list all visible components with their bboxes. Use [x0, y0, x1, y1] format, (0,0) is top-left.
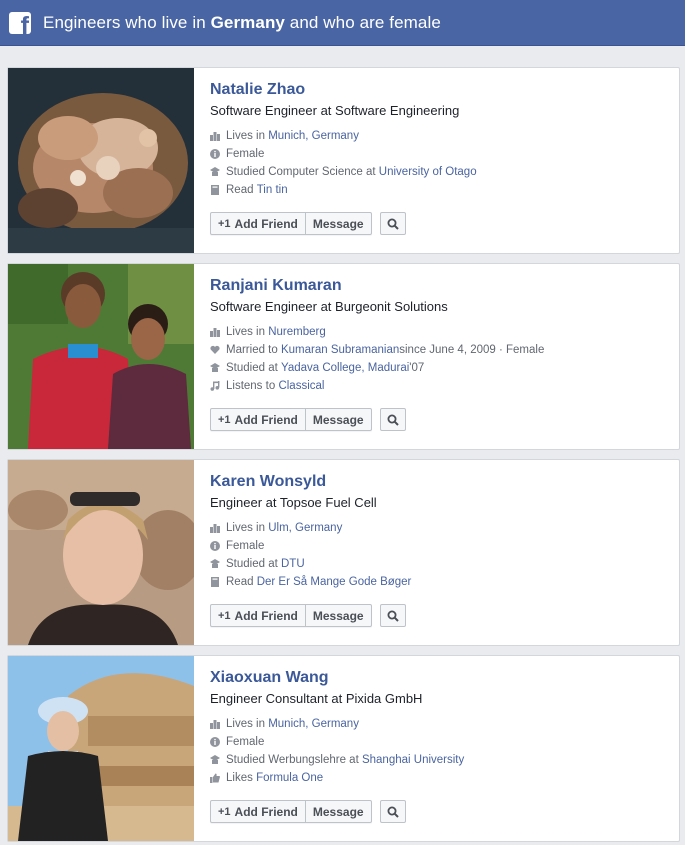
- detail-gender: Female: [210, 733, 670, 751]
- info-icon: [210, 737, 220, 747]
- detail-link[interactable]: Kumaran Subramanian: [281, 341, 399, 359]
- search-icon[interactable]: [379, 800, 406, 823]
- add-friend-icon: +1: [218, 217, 231, 230]
- city-icon: [210, 327, 220, 337]
- query-prefix: Engineers who live in: [43, 12, 211, 32]
- message-button[interactable]: Message: [304, 213, 371, 234]
- query-suffix: and who are female: [284, 12, 441, 32]
- info-icon: [210, 149, 220, 159]
- person-job-title: Software Engineer at Burgeonit Solutions: [210, 299, 448, 314]
- city-icon: [210, 523, 220, 533]
- city-icon: [210, 719, 220, 729]
- person-name-link[interactable]: Xiaoxuan Wang: [210, 667, 670, 689]
- button-group: +1 Add Friend Message: [210, 212, 372, 235]
- detail-residence: Lives in Munich, Germany: [210, 715, 670, 733]
- button-group: +1 Add Friend Message: [210, 408, 372, 431]
- person-card: Ranjani Kumaran Software Engineer at Bur…: [7, 263, 680, 450]
- detail-residence: Lives in Munich, Germany: [210, 127, 670, 145]
- profile-photo[interactable]: [8, 460, 194, 645]
- person-name-link[interactable]: Natalie Zhao: [210, 79, 670, 101]
- search-icon[interactable]: [379, 212, 406, 235]
- detail-gender: Female: [210, 145, 670, 163]
- detail-likes: Likes Formula One: [210, 769, 670, 787]
- person-card: Natalie Zhao Software Engineer at Softwa…: [7, 67, 680, 254]
- education-icon: [210, 167, 220, 177]
- person-job-title: Engineer at Topsoe Fuel Cell: [210, 495, 377, 510]
- person-job-title: Engineer Consultant at Pixida GmbH: [210, 691, 423, 706]
- detail-link[interactable]: Munich, Germany: [268, 715, 359, 733]
- detail-education: Studied at Yadava College, Madurai '07: [210, 359, 670, 377]
- heart-icon: [210, 345, 220, 355]
- search-icon[interactable]: [379, 408, 406, 431]
- detail-link[interactable]: Ulm, Germany: [268, 519, 342, 537]
- add-friend-icon: +1: [218, 805, 231, 818]
- person-job-title: Software Engineer at Software Engineerin…: [210, 103, 460, 118]
- detail-link[interactable]: Nuremberg: [268, 323, 326, 341]
- book-icon: [210, 577, 220, 587]
- detail-relationship: Married to Kumaran Subramanian since Jun…: [210, 341, 670, 359]
- person-card: Karen Wonsyld Engineer at Topsoe Fuel Ce…: [7, 459, 680, 646]
- education-icon: [210, 559, 220, 569]
- detail-education: Studied Werbungslehre at Shanghai Univer…: [210, 751, 670, 769]
- add-friend-button[interactable]: +1 Add Friend: [211, 409, 305, 430]
- person-name-link[interactable]: Karen Wonsyld: [210, 471, 670, 493]
- detail-residence: Lives in Ulm, Germany: [210, 519, 670, 537]
- person-name-link[interactable]: Ranjani Kumaran: [210, 275, 670, 297]
- detail-link[interactable]: Der Er Så Mange Gode Bøger: [257, 573, 412, 591]
- profile-photo[interactable]: [8, 264, 194, 449]
- search-header: f Engineers who live in Germany and who …: [0, 0, 685, 46]
- add-friend-button[interactable]: +1 Add Friend: [211, 605, 305, 626]
- message-button[interactable]: Message: [304, 801, 371, 822]
- search-icon[interactable]: [379, 604, 406, 627]
- card-actions: +1 Add Friend Message: [210, 212, 406, 235]
- button-group: +1 Add Friend Message: [210, 604, 372, 627]
- music-icon: [210, 381, 220, 391]
- detail-link[interactable]: DTU: [281, 555, 305, 573]
- add-friend-icon: +1: [218, 413, 231, 426]
- education-icon: [210, 363, 220, 373]
- query-highlight: Germany: [210, 12, 285, 32]
- detail-link[interactable]: Munich, Germany: [268, 127, 359, 145]
- detail-link[interactable]: University of Otago: [379, 163, 477, 181]
- detail-link[interactable]: Tin tin: [257, 181, 288, 199]
- detail-link[interactable]: Shanghai University: [362, 751, 464, 769]
- message-button[interactable]: Message: [304, 409, 371, 430]
- book-icon: [210, 185, 220, 195]
- person-card: Xiaoxuan Wang Engineer Consultant at Pix…: [7, 655, 680, 842]
- detail-reading: Read Der Er Så Mange Gode Bøger: [210, 573, 670, 591]
- detail-reading: Read Tin tin: [210, 181, 670, 199]
- detail-education: Studied Computer Science at University o…: [210, 163, 670, 181]
- add-friend-button[interactable]: +1 Add Friend: [211, 213, 305, 234]
- add-friend-button[interactable]: +1 Add Friend: [211, 801, 305, 822]
- detail-gender: Female: [210, 537, 670, 555]
- detail-link[interactable]: Formula One: [256, 769, 323, 787]
- thumbs-up-icon: [210, 773, 220, 783]
- message-button[interactable]: Message: [304, 605, 371, 626]
- profile-photo[interactable]: [8, 68, 194, 253]
- search-query-title: Engineers who live in Germany and who ar…: [43, 13, 441, 33]
- detail-residence: Lives in Nuremberg: [210, 323, 670, 341]
- card-actions: +1 Add Friend Message: [210, 604, 406, 627]
- add-friend-icon: +1: [218, 609, 231, 622]
- detail-link[interactable]: Yadava College, Madurai: [281, 359, 409, 377]
- card-actions: +1 Add Friend Message: [210, 800, 406, 823]
- detail-link[interactable]: Classical: [278, 377, 324, 395]
- detail-education: Studied at DTU: [210, 555, 670, 573]
- card-actions: +1 Add Friend Message: [210, 408, 406, 431]
- facebook-logo-icon[interactable]: f: [9, 11, 31, 34]
- button-group: +1 Add Friend Message: [210, 800, 372, 823]
- info-icon: [210, 541, 220, 551]
- city-icon: [210, 131, 220, 141]
- education-icon: [210, 755, 220, 765]
- detail-music: Listens to Classical: [210, 377, 670, 395]
- profile-photo[interactable]: [8, 656, 194, 841]
